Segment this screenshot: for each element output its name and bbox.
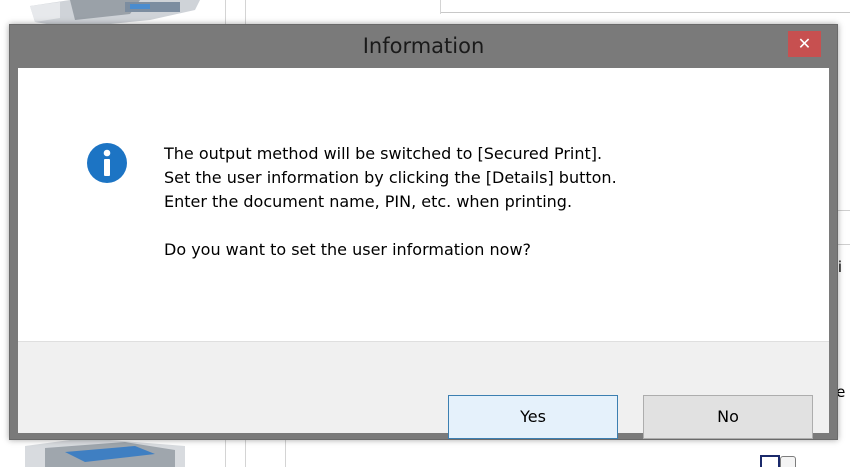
printer-image <box>25 438 185 467</box>
background-divider <box>440 0 441 14</box>
info-icon <box>87 143 127 183</box>
dialog-button-bar: Yes No <box>18 341 829 439</box>
dialog-title-bar[interactable]: Information ✕ <box>10 25 837 68</box>
message-line: Enter the document name, PIN, etc. when … <box>164 192 573 211</box>
close-icon: ✕ <box>797 34 812 53</box>
close-button[interactable]: ✕ <box>788 31 821 57</box>
screen: ti le Information ✕ The output method wi… <box>0 0 850 467</box>
message-question: Do you want to set the user information … <box>164 240 532 259</box>
yes-button[interactable]: Yes <box>448 395 618 439</box>
no-button[interactable]: No <box>643 395 813 439</box>
message-line: The output method will be switched to [S… <box>164 144 603 163</box>
dialog-message: The output method will be switched to [S… <box>164 142 804 262</box>
background-divider <box>285 437 286 467</box>
dialog-content: The output method will be switched to [S… <box>18 68 829 439</box>
information-dialog: Information ✕ The output method will be … <box>9 24 838 440</box>
dialog-title: Information <box>362 34 485 58</box>
background-checkbox[interactable] <box>760 455 780 467</box>
background-field <box>440 0 850 13</box>
message-line: Set the user information by clicking the… <box>164 168 617 187</box>
background-checkbox[interactable] <box>780 456 796 467</box>
